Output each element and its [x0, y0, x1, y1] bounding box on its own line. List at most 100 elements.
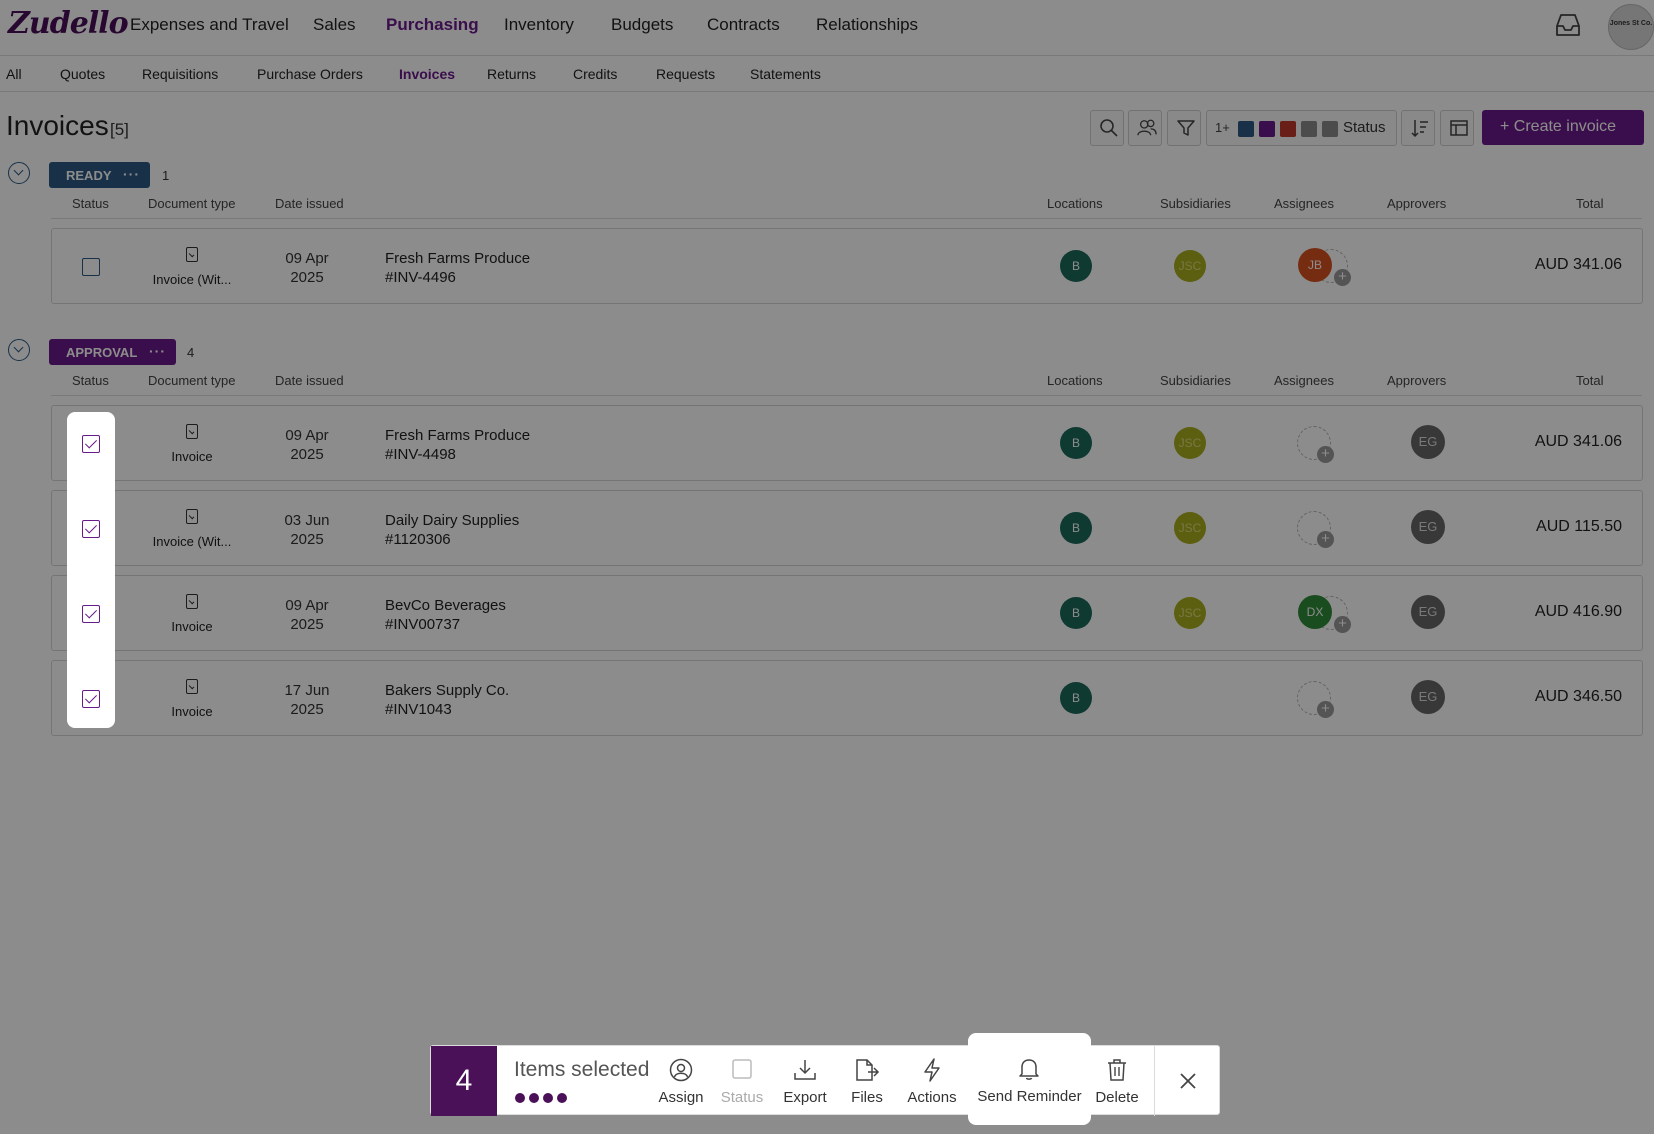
add-assignee-button[interactable]: +	[1297, 426, 1334, 463]
location-avatar[interactable]: B	[1060, 597, 1092, 629]
supplier-name: Fresh Farms Produce	[385, 427, 531, 444]
row-checkbox[interactable]	[82, 605, 100, 623]
assign-label: Assign	[658, 1089, 704, 1106]
approver-avatar[interactable]: EG	[1411, 510, 1445, 544]
subsidiary-avatar[interactable]: JSC	[1174, 512, 1206, 544]
subnav-credits[interactable]: Credits	[573, 66, 617, 82]
col-head-date-issued[interactable]: Date issued	[275, 373, 344, 388]
col-head-assignees[interactable]: Assignees	[1274, 196, 1334, 211]
col-head-locations[interactable]: Locations	[1047, 196, 1103, 211]
row-checkbox[interactable]	[82, 435, 100, 453]
subnav-requests[interactable]: Requests	[656, 66, 715, 82]
table-row[interactable]: Invoice 09 Apr 2025 BevCo Beverages #INV…	[51, 575, 1643, 651]
date-year: 2025	[290, 269, 324, 286]
group-badge-ready[interactable]: READY ···	[49, 162, 150, 188]
col-head-approvers[interactable]: Approvers	[1387, 196, 1446, 211]
col-head-date-issued[interactable]: Date issued	[275, 196, 344, 211]
subsidiary-avatar[interactable]: JSC	[1174, 597, 1206, 629]
col-head-document-type[interactable]: Document type	[148, 373, 235, 388]
close-icon[interactable]	[1178, 1071, 1198, 1091]
row-checkbox[interactable]	[82, 258, 100, 276]
col-head-total[interactable]: Total	[1576, 196, 1603, 211]
collapse-ready-chevron-icon[interactable]	[8, 162, 30, 184]
nav-inventory[interactable]: Inventory	[504, 15, 574, 35]
date-year: 2025	[290, 531, 324, 548]
col-head-subsidiaries[interactable]: Subsidiaries	[1160, 196, 1231, 211]
nav-sales[interactable]: Sales	[313, 15, 356, 35]
send-reminder-button[interactable]: Send Reminder	[968, 1033, 1091, 1125]
assignee-avatar[interactable]: DX	[1298, 595, 1332, 629]
subsidiary-avatar[interactable]: JSC	[1174, 427, 1206, 459]
nav-budgets[interactable]: Budgets	[611, 15, 673, 35]
location-avatar[interactable]: B	[1060, 427, 1092, 459]
document-icon	[186, 509, 198, 524]
status-color-ready	[1238, 121, 1254, 137]
add-assignee-button[interactable]: +	[1297, 681, 1334, 718]
nav-contracts[interactable]: Contracts	[707, 15, 780, 35]
row-checkbox[interactable]	[82, 690, 100, 708]
assignee-filter-button[interactable]	[1128, 110, 1162, 146]
org-avatar[interactable]: Jones St Co.	[1608, 4, 1654, 50]
col-head-document-type[interactable]: Document type	[148, 196, 235, 211]
nav-expenses-and-travel[interactable]: Expenses and Travel	[130, 15, 289, 35]
search-button[interactable]	[1090, 110, 1124, 146]
collapse-approval-chevron-icon[interactable]	[8, 339, 30, 361]
col-head-locations[interactable]: Locations	[1047, 373, 1103, 388]
assign-button[interactable]: Assign	[651, 1046, 711, 1116]
actions-button[interactable]: Actions	[897, 1046, 967, 1116]
status-color-approval	[1259, 121, 1275, 137]
status-button[interactable]: Status	[713, 1046, 771, 1116]
col-head-subsidiaries[interactable]: Subsidiaries	[1160, 373, 1231, 388]
invoice-number: #INV-4498	[385, 446, 456, 463]
col-head-assignees[interactable]: Assignees	[1274, 373, 1334, 388]
status-label: Status	[720, 1089, 764, 1106]
location-avatar[interactable]: B	[1060, 682, 1092, 714]
supplier-name: Fresh Farms Produce	[385, 250, 531, 267]
nav-purchasing[interactable]: Purchasing	[386, 15, 479, 35]
table-row[interactable]: Invoice 17 Jun 2025 Bakers Supply Co. #I…	[51, 660, 1643, 736]
subnav-invoices[interactable]: Invoices	[399, 66, 455, 82]
col-head-total[interactable]: Total	[1576, 373, 1603, 388]
logo[interactable]: Zudello	[8, 6, 129, 41]
subnav-statements[interactable]: Statements	[750, 66, 821, 82]
subnav-all[interactable]: All	[6, 66, 22, 82]
col-head-status[interactable]: Status	[72, 196, 109, 211]
group-badge-approval[interactable]: APPROVAL ···	[49, 339, 176, 365]
col-head-approvers[interactable]: Approvers	[1387, 373, 1446, 388]
subnav-purchase-orders[interactable]: Purchase Orders	[257, 66, 363, 82]
status-filter-count: 1+	[1215, 120, 1230, 135]
layout-button[interactable]	[1440, 110, 1474, 146]
table-row[interactable]: Invoice (Wit... 09 Apr 2025 Fresh Farms …	[51, 228, 1643, 304]
subsidiary-avatar[interactable]: JSC	[1174, 250, 1206, 282]
ready-more-icon[interactable]: ···	[123, 166, 140, 182]
status-filter-button[interactable]: 1+ Status	[1206, 110, 1397, 146]
create-invoice-button[interactable]: + Create invoice	[1482, 110, 1644, 145]
delete-button[interactable]: Delete	[1085, 1046, 1149, 1116]
location-avatar[interactable]: B	[1060, 512, 1092, 544]
approval-more-icon[interactable]: ···	[149, 343, 166, 359]
approver-avatar[interactable]: EG	[1411, 595, 1445, 629]
nav-relationships[interactable]: Relationships	[816, 15, 918, 35]
col-head-status[interactable]: Status	[72, 373, 109, 388]
table-row[interactable]: Invoice (Wit... 03 Jun 2025 Daily Dairy …	[51, 490, 1643, 566]
group-label-ready: READY	[66, 168, 112, 183]
date-day-month: 09 Apr	[285, 427, 329, 444]
sort-button[interactable]	[1401, 110, 1435, 146]
assignee-avatar[interactable]: JB	[1298, 248, 1332, 282]
approver-avatar[interactable]: EG	[1411, 425, 1445, 459]
date-issued: 09 Apr 2025	[252, 249, 362, 287]
subnav-quotes[interactable]: Quotes	[60, 66, 105, 82]
subnav-returns[interactable]: Returns	[487, 66, 536, 82]
export-button[interactable]: Export	[773, 1046, 837, 1116]
files-button[interactable]: Files	[839, 1046, 895, 1116]
table-row[interactable]: Invoice 09 Apr 2025 Fresh Farms Produce …	[51, 405, 1643, 481]
subnav-requisitions[interactable]: Requisitions	[142, 66, 218, 82]
inbox-icon[interactable]	[1554, 12, 1582, 38]
date-day-month: 03 Jun	[284, 512, 330, 529]
location-avatar[interactable]: B	[1060, 250, 1092, 282]
date-issued: 03 Jun 2025	[252, 511, 362, 549]
row-checkbox[interactable]	[82, 520, 100, 538]
filter-button[interactable]	[1167, 110, 1201, 146]
approver-avatar[interactable]: EG	[1411, 680, 1445, 714]
add-assignee-button[interactable]: +	[1297, 511, 1334, 548]
